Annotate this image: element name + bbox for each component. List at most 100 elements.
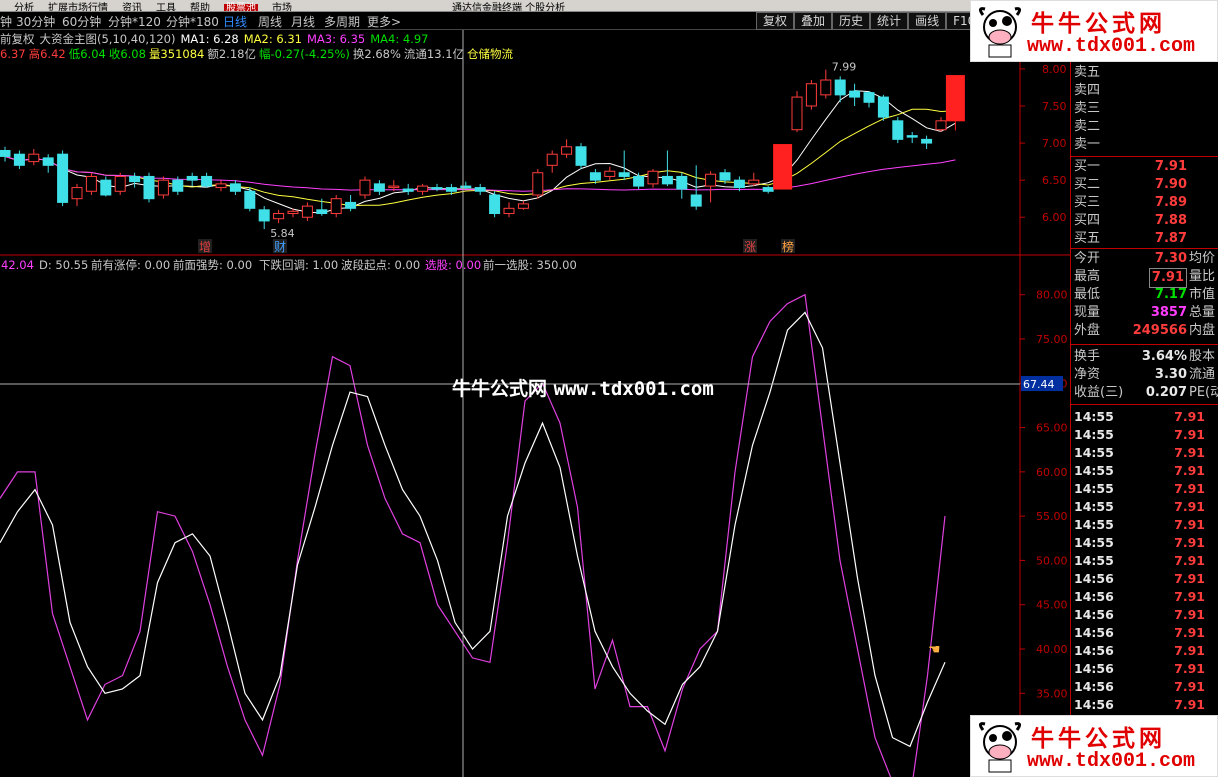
quote-row: 买五 7.87 <box>1071 230 1218 248</box>
quote-label: 买一 <box>1074 159 1101 174</box>
quote-value: 7.91 <box>1148 268 1187 288</box>
period-item[interactable]: 周线 <box>258 13 282 30</box>
candle-body <box>273 213 285 220</box>
candle-body <box>575 146 587 166</box>
ma3-value: MA3: 6.35 <box>306 32 366 46</box>
candle-body <box>762 187 774 192</box>
period-item[interactable]: 多周期 <box>324 13 360 30</box>
tool-button[interactable]: 统计 <box>870 12 909 30</box>
candle-body <box>287 210 299 215</box>
quote-row: 买三 7.89 <box>1071 194 1218 212</box>
event-tag: 增 <box>199 240 211 254</box>
candle-body <box>417 185 429 192</box>
period-item[interactable]: 更多> <box>367 13 401 30</box>
tool-button[interactable]: 复权 <box>756 12 795 30</box>
menu-item[interactable]: 扩展市场行情 <box>48 4 108 12</box>
candle-body <box>85 175 97 192</box>
period-item[interactable]: 钟 <box>0 13 12 30</box>
quote-row: 卖二 <box>1071 118 1218 136</box>
tick-time: 14:56 <box>1074 697 1114 712</box>
menu-item[interactable]: 股票池 <box>224 4 258 11</box>
quote-label-secondary: 均价 <box>1189 251 1216 266</box>
tick-price: 7.91 <box>1174 481 1205 496</box>
info-bar: 前复权 大资金主图(5,10,40,120) MA1: 6.28 MA2: 6.31 M… <box>0 31 1070 47</box>
indicator-tick-label: 55.00 <box>1036 510 1068 523</box>
candle-body <box>129 175 141 183</box>
tick-row: 14:56 7.91 <box>1071 678 1218 696</box>
candle-body <box>561 146 573 155</box>
candle-body <box>820 79 832 96</box>
ohlc-bar: 6.37 高6.42 低6.04 收6.08 量351084 额2.18亿 幅-0.27(-… <box>0 46 1070 62</box>
indicator-header-e: 波段起点: 0.00 <box>341 258 420 272</box>
quote-row: 现量 3857 总量 <box>1071 304 1218 322</box>
quote-value: 7.17 <box>1154 287 1187 302</box>
low-label: 5.84 <box>270 227 295 240</box>
indicator-tick-label: 75.00 <box>1036 333 1068 346</box>
tool-button[interactable]: 历史 <box>832 12 871 30</box>
period-item[interactable]: 月线 <box>291 13 315 30</box>
menu-item[interactable]: 分析 <box>14 4 34 12</box>
chart-area[interactable]: 8.00 7.50 7.00 6.50 6.00 5.84 7.99 增 财 涨 榜 80.00 75.… <box>0 30 1070 777</box>
tick-price: 7.91 <box>1174 661 1205 676</box>
tick-time: 14:56 <box>1074 661 1114 676</box>
candle-body <box>633 175 645 187</box>
candle-body <box>489 194 501 215</box>
candle-body <box>157 179 169 196</box>
period-item[interactable]: 日线 <box>223 13 247 30</box>
ma2-value: MA2: 6.31 <box>243 32 302 46</box>
menu-item[interactable]: 资讯 <box>122 4 142 12</box>
quote-label: 买二 <box>1074 177 1101 192</box>
indicator-tick-label: 35.00 <box>1036 687 1068 700</box>
indicator-name[interactable]: 大资金主图(5,10,40,120) <box>40 32 176 46</box>
fq-label[interactable]: 前复权 <box>0 32 35 46</box>
candle-body <box>388 185 400 189</box>
candle-body <box>359 179 371 196</box>
period-item[interactable]: 分钟*120 <box>108 13 161 30</box>
quote-label: 现量 <box>1074 305 1101 320</box>
indicator-header-f: 选股: 0.00 <box>425 258 481 272</box>
price-tick-label: 6.00 <box>1042 211 1067 224</box>
quote-value: 3857 <box>1150 305 1187 320</box>
indicator-tick-label: 40.00 <box>1036 643 1068 656</box>
menu-item[interactable]: 工具 <box>156 4 176 12</box>
tick-row: 14:55 7.91 <box>1071 462 1218 480</box>
low-value: 低6.04 <box>68 47 106 61</box>
tick-time: 14:55 <box>1074 481 1114 496</box>
tick-price: 7.91 <box>1174 679 1205 694</box>
period-item[interactable]: 30分钟 <box>16 13 55 30</box>
candle-body <box>215 183 227 189</box>
menu-item[interactable]: 市场 <box>272 4 292 12</box>
quote-label-secondary: PE(动 <box>1189 385 1218 400</box>
event-tag: 财 <box>274 240 286 254</box>
sector-label[interactable]: 仓储物流 <box>467 47 513 61</box>
indicator-header-a: 前有涨停: 0.00 <box>91 258 170 272</box>
event-tag: 榜 <box>782 239 794 254</box>
candle-body <box>690 194 702 207</box>
candle-body <box>733 179 745 189</box>
quote-row: 卖一 <box>1071 136 1218 154</box>
tool-button[interactable]: 画线 <box>908 12 947 30</box>
quote-row: 最低 7.17 市值 <box>1071 286 1218 304</box>
tick-time: 14:55 <box>1074 445 1114 460</box>
candle-body <box>906 135 918 138</box>
period-item[interactable]: 分钟*180 <box>166 13 219 30</box>
period-item[interactable]: 60分钟 <box>62 13 101 30</box>
candle-body <box>863 92 875 103</box>
candle-body <box>474 187 486 192</box>
tick-price: 7.91 <box>1174 463 1205 478</box>
quote-label: 买四 <box>1074 213 1101 228</box>
divider <box>1071 156 1218 157</box>
candle-body <box>834 79 846 96</box>
tool-buttons: 复权 叠加 历史 统计 画线 F10 <box>756 12 983 30</box>
candle-body <box>877 96 889 118</box>
tick-price: 7.91 <box>1174 607 1205 622</box>
tool-button[interactable]: 叠加 <box>794 12 833 30</box>
quote-value: 249566 <box>1132 323 1187 338</box>
quote-label: 卖一 <box>1074 137 1101 152</box>
tick-row: 14:56 7.91 <box>1071 660 1218 678</box>
menu-item[interactable]: 帮助 <box>190 4 210 12</box>
tick-price: 7.91 <box>1174 553 1205 568</box>
candle-body <box>503 207 515 215</box>
ma1-value: MA1: 6.28 <box>180 32 239 46</box>
price-tick-label: 8.00 <box>1042 63 1067 76</box>
